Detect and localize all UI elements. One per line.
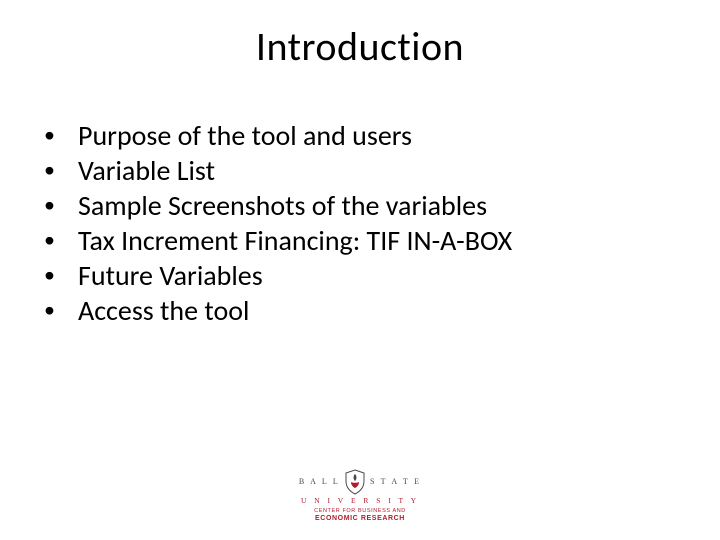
bullet-text: Tax Increment Financing: TIF IN-A-BOX <box>78 223 680 258</box>
bullet-icon: • <box>38 188 78 222</box>
bullet-text: Access the tool <box>78 293 680 328</box>
slide: Introduction • Purpose of the tool and u… <box>0 0 720 540</box>
list-item: • Sample Screenshots of the variables <box>38 188 680 223</box>
bullet-text: Variable List <box>78 153 680 188</box>
list-item: • Tax Increment Financing: TIF IN-A-BOX <box>38 223 680 258</box>
bullet-list: • Purpose of the tool and users • Variab… <box>38 118 680 328</box>
bullet-icon: • <box>38 153 78 187</box>
bullet-icon: • <box>38 118 78 152</box>
bullet-icon: • <box>38 293 78 327</box>
slide-title: Introduction <box>0 22 720 71</box>
list-item: • Purpose of the tool and users <box>38 118 680 153</box>
bullet-text: Future Variables <box>78 258 680 293</box>
logo-text-left: B A L L <box>299 478 340 486</box>
footer-logo: B A L L S T A T E U N I V E R S I T Y CE… <box>0 469 720 522</box>
logo-subtitle-1: CENTER FOR BUSINESS AND <box>314 509 406 515</box>
logo-text-right: S T A T E <box>370 478 421 486</box>
logo-block: B A L L S T A T E U N I V E R S I T Y CE… <box>299 469 421 522</box>
logo-university-text: U N I V E R S I T Y <box>301 497 419 505</box>
bullet-icon: • <box>38 258 78 292</box>
logo-subtitle-2: ECONOMIC RESEARCH <box>315 515 405 522</box>
shield-icon <box>344 469 366 495</box>
logo-top-row: B A L L S T A T E <box>299 469 421 495</box>
bullet-icon: • <box>38 223 78 257</box>
list-item: • Future Variables <box>38 258 680 293</box>
list-item: • Access the tool <box>38 293 680 328</box>
bullet-text: Sample Screenshots of the variables <box>78 188 680 223</box>
bullet-text: Purpose of the tool and users <box>78 118 680 153</box>
list-item: • Variable List <box>38 153 680 188</box>
